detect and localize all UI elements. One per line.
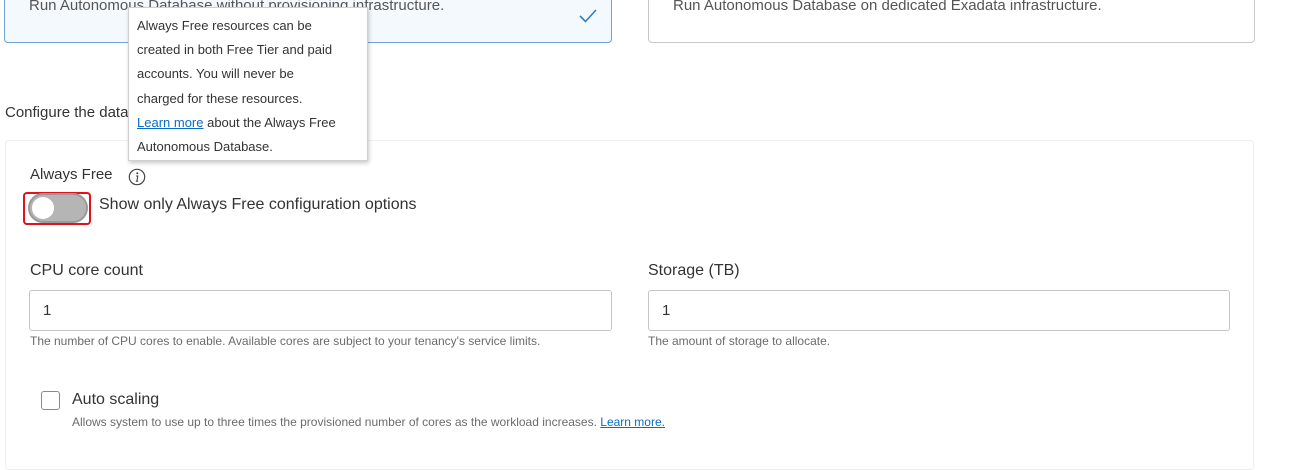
always-free-toggle[interactable]: [28, 193, 88, 223]
auto-scaling-help-text: Allows system to use up to three times t…: [72, 415, 601, 429]
storage-label: Storage (TB): [648, 262, 740, 279]
auto-scaling-help: Allows system to use up to three times t…: [72, 415, 665, 429]
auto-scaling-label: Auto scaling: [72, 391, 160, 408]
tooltip-line: created in both Free Tier and paid: [137, 42, 333, 58]
always-free-toggle-label: Show only Always Free configuration opti…: [99, 196, 417, 213]
cpu-core-count-label: CPU core count: [30, 262, 143, 279]
storage-help: The amount of storage to allocate.: [648, 334, 831, 348]
auto-scaling-checkbox[interactable]: [41, 391, 60, 410]
deployment-card-dedicated[interactable]: Run Autonomous Database on dedicated Exa…: [648, 0, 1255, 43]
tooltip-line: charged for these resources.: [137, 90, 303, 106]
storage-input[interactable]: [648, 290, 1230, 331]
always-free-label: Always Free: [30, 166, 113, 183]
tooltip-line: accounts. You will never be: [137, 66, 294, 82]
tooltip-line: Always Free resources can be: [137, 18, 312, 33]
always-free-tooltip: Always Free resources can be created in …: [128, 7, 368, 161]
tooltip-learn-more-link[interactable]: Learn more: [137, 115, 203, 130]
toggle-knob: [32, 197, 54, 219]
cpu-core-count-input[interactable]: [29, 290, 612, 331]
tooltip-line: Learn more about the Always Free: [137, 111, 359, 135]
info-icon[interactable]: [128, 168, 146, 186]
tooltip-line: Autonomous Database.: [137, 139, 273, 155]
tooltip-line-text: about the Always Free: [203, 114, 336, 130]
check-icon: [579, 9, 597, 23]
cpu-core-count-help: The number of CPU cores to enable. Avail…: [30, 334, 541, 348]
auto-scaling-learn-more-link[interactable]: Learn more.: [600, 415, 665, 429]
card-description: Run Autonomous Database on dedicated Exa…: [673, 0, 1102, 14]
